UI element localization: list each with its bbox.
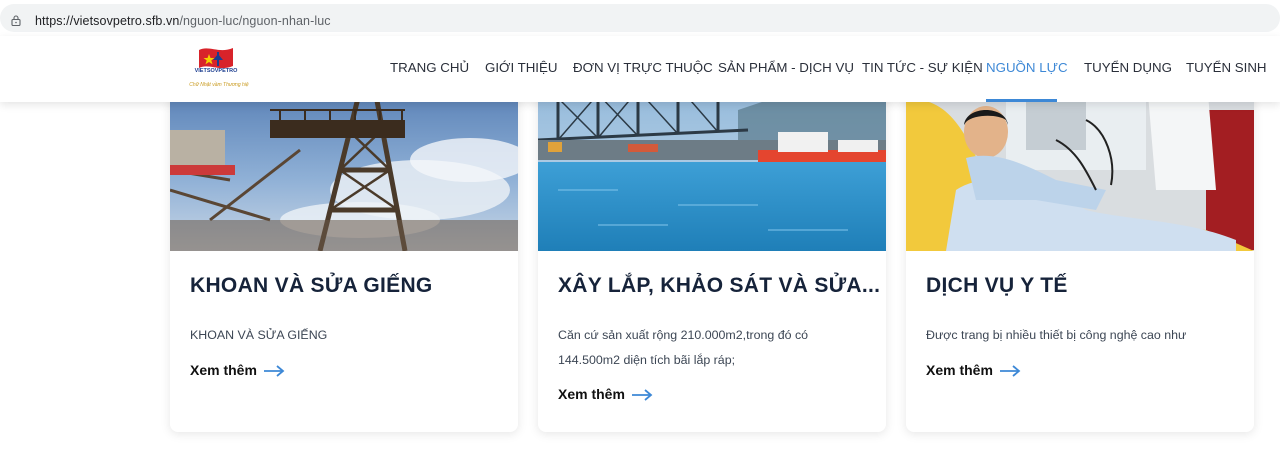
active-nav-underline [986, 99, 1057, 102]
card-description: Được trang bị nhiều thiết bị công nghệ c… [926, 323, 1236, 348]
card-description-line: Được trang bị nhiều thiết bị công nghệ c… [926, 328, 1187, 342]
lock-icon [11, 15, 21, 26]
nav-item-tuyen-dung[interactable]: TUYỂN DỤNG [1084, 60, 1172, 75]
read-more-label: Xem thêm [190, 362, 257, 378]
nav-item-gioi-thieu[interactable]: GIỚI THIỆU [485, 60, 557, 75]
arrow-right-icon [999, 365, 1021, 377]
read-more-label: Xem thêm [558, 386, 625, 402]
card-title: KHOAN VÀ SỬA GIẾNG [190, 274, 433, 297]
service-card-construction[interactable]: XÂY LẮP, KHẢO SÁT VÀ SỬA... Căn cứ sản x… [538, 70, 886, 432]
read-more-label: Xem thêm [926, 362, 993, 378]
nav-item-tuyen-sinh[interactable]: TUYỂN SINH [1186, 60, 1267, 75]
site-logo[interactable]: VIETSOVPETRO Chữ Nhật vầm Thương hiệ [189, 46, 255, 92]
logo-slogan: Chữ Nhật vầm Thương hiệ [189, 82, 249, 88]
card-description-line: Căn cứ sản xuất rộng 210.000m2,trong đó … [558, 328, 809, 342]
card-description-line: 144.500m2 diện tích bãi lắp ráp; [558, 353, 736, 367]
nav-item-nguon-luc[interactable]: NGUỒN LỰC [986, 60, 1068, 75]
card-description: KHOAN VÀ SỬA GIẾNG [190, 323, 500, 348]
nav-item-don-vi-truc-thuoc[interactable]: ĐƠN VỊ TRỰC THUỘC [573, 60, 713, 75]
url-host: https://vietsovpetro.sfb.vn [35, 14, 180, 28]
read-more-link[interactable]: Xem thêm [926, 362, 1021, 378]
logo-title: VIETSOVPETRO [194, 68, 238, 74]
card-title: XÂY LẮP, KHẢO SÁT VÀ SỬA... [558, 274, 881, 297]
url-field[interactable]: https://vietsovpetro.sfb.vn/nguon-luc/ng… [0, 4, 1280, 32]
service-card-drilling[interactable]: KHOAN VÀ SỬA GIẾNG KHOAN VÀ SỬA GIẾNG Xe… [170, 70, 518, 432]
browser-address-bar: https://vietsovpetro.sfb.vn/nguon-luc/ng… [0, 0, 1280, 36]
nav-item-trang-chu[interactable]: TRANG CHỦ [390, 60, 469, 75]
nav-item-san-pham-dich-vu[interactable]: SẢN PHẨM - DỊCH VỤ [718, 60, 854, 75]
url-path: /nguon-luc/nguon-nhan-luc [179, 14, 331, 28]
arrow-right-icon [631, 389, 653, 401]
card-title: DỊCH VỤ Y TẾ [926, 274, 1068, 297]
site-header: VIETSOVPETRO Chữ Nhật vầm Thương hiệ TRA… [0, 36, 1280, 102]
card-description: Căn cứ sản xuất rộng 210.000m2,trong đó … [558, 323, 868, 373]
service-card-medical[interactable]: DỊCH VỤ Y TẾ Được trang bị nhiều thiết b… [906, 70, 1254, 432]
read-more-link[interactable]: Xem thêm [558, 386, 653, 402]
arrow-right-icon [263, 365, 285, 377]
url-text: https://vietsovpetro.sfb.vn/nguon-luc/ng… [35, 14, 331, 28]
nav-item-tin-tuc-su-kien[interactable]: TIN TỨC - SỰ KIỆN [862, 60, 983, 75]
read-more-link[interactable]: Xem thêm [190, 362, 285, 378]
card-description-line: KHOAN VÀ SỬA GIẾNG [190, 328, 328, 342]
